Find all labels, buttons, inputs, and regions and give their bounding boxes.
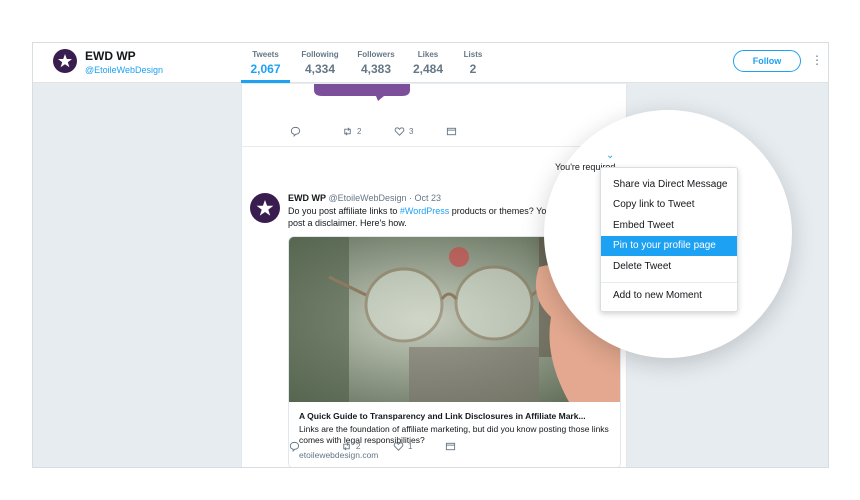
star-logo-icon — [58, 54, 72, 68]
tweet-action-bar: 2 1 — [289, 441, 489, 455]
active-tab-indicator — [241, 80, 290, 83]
reply-button[interactable] — [289, 441, 300, 452]
profile-name: EWD WP — [85, 49, 136, 63]
profile-avatar[interactable] — [53, 49, 77, 73]
menu-divider — [601, 282, 737, 283]
menu-item-pin-profile[interactable]: Pin to your profile page — [601, 236, 737, 256]
star-logo-icon — [256, 200, 274, 216]
stat-value: 2 — [469, 62, 477, 76]
stat-lists[interactable]: Lists 2 — [456, 50, 490, 76]
like-count: 3 — [409, 127, 414, 136]
reply-button[interactable] — [290, 126, 301, 137]
stat-value: 4,383 — [360, 62, 392, 76]
reply-icon — [289, 441, 300, 452]
stat-label: Tweets — [252, 50, 279, 59]
retweet-count: 2 — [357, 127, 362, 136]
menu-item-copy-link[interactable]: Copy link to Tweet — [601, 195, 737, 215]
retweet-button[interactable]: 2 — [341, 441, 360, 452]
retweet-count: 2 — [356, 442, 361, 451]
follow-button[interactable]: Follow — [733, 50, 801, 72]
menu-item-embed[interactable]: Embed Tweet — [601, 216, 737, 236]
stat-followers[interactable]: Followers 4,383 — [351, 50, 401, 76]
retweet-icon — [344, 127, 351, 136]
retweet-icon — [343, 442, 350, 451]
card-title: A Quick Guide to Transparency and Link D… — [299, 411, 586, 421]
stat-label: Following — [301, 50, 339, 59]
like-button[interactable]: 3 — [394, 126, 413, 137]
stat-value: 2,484 — [412, 62, 444, 76]
envelope-icon — [446, 127, 457, 136]
stat-following[interactable]: Following 4,334 — [295, 50, 345, 76]
menu-item-delete[interactable]: Delete Tweet — [601, 257, 737, 277]
envelope-icon — [445, 442, 456, 451]
stat-label: Lists — [463, 50, 483, 59]
heart-icon — [393, 442, 404, 451]
tweet-options-menu: Share via Direct Message Copy link to Tw… — [600, 167, 738, 312]
stat-value: 4,334 — [304, 62, 336, 76]
hashtag-link[interactable]: #WordPress — [400, 206, 449, 216]
like-count: 1 — [408, 442, 413, 451]
more-options-icon[interactable]: ⋮ — [811, 53, 823, 67]
heart-icon — [394, 127, 405, 136]
tweet-text-part: Do you post affiliate links to — [288, 206, 400, 216]
tweet-handle-date[interactable]: @EtoileWebDesign · Oct 23 — [329, 193, 442, 203]
tweet-author-name[interactable]: EWD WP — [288, 193, 326, 203]
dm-button[interactable] — [446, 126, 457, 137]
dm-button[interactable] — [445, 441, 456, 452]
stat-tweets[interactable]: Tweets 2,067 — [241, 50, 290, 76]
tweet-text-part: post a disclaimer. Here's how. — [288, 218, 407, 228]
tweet-avatar[interactable] — [250, 193, 280, 223]
stat-likes[interactable]: Likes 2,484 — [406, 50, 450, 76]
chevron-down-icon[interactable]: ⌄ — [606, 150, 614, 161]
profile-header: EWD WP @EtoileWebDesign Tweets 2,067 Fol… — [33, 43, 828, 83]
reply-icon — [290, 126, 301, 137]
stat-value: 2,067 — [250, 62, 281, 76]
profile-handle[interactable]: @EtoileWebDesign — [85, 65, 163, 75]
like-button[interactable]: 1 — [393, 441, 412, 452]
retweet-button[interactable]: 2 — [342, 126, 361, 137]
menu-item-add-moment[interactable]: Add to new Moment — [601, 286, 737, 306]
tweet-header: EWD WP @EtoileWebDesign · Oct 23 — [288, 193, 441, 203]
stat-label: Likes — [417, 50, 439, 59]
previous-tweet-media — [314, 84, 410, 101]
menu-item-share-dm[interactable]: Share via Direct Message — [601, 175, 737, 195]
stat-label: Followers — [357, 50, 395, 59]
tweet-divider — [242, 146, 626, 147]
